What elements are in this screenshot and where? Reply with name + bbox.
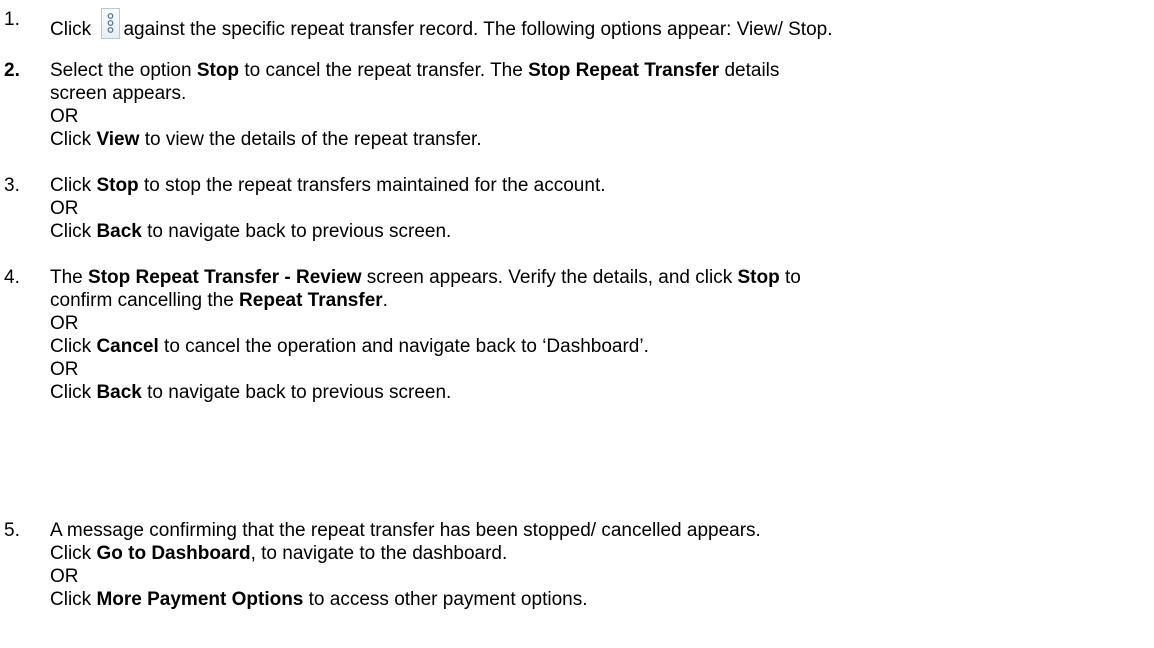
step-line: confirm cancelling the Repeat Transfer. [50, 289, 1150, 312]
step-text: Click [50, 589, 97, 610]
cancel-label: Cancel [96, 336, 159, 357]
step-text: Click [50, 129, 97, 150]
step-text: Click [50, 19, 97, 40]
step-body: The Stop Repeat Transfer - Review screen… [50, 266, 1150, 404]
document-page: 1. Click against the specific repeat tra… [0, 0, 1154, 648]
step-text: screen appears. Verify the details, and … [361, 267, 738, 288]
go-to-dashboard-label: Go to Dashboard [96, 543, 251, 564]
or-separator: OR [50, 566, 79, 587]
step-text: Click [50, 382, 97, 403]
step-body: Select the option Stop to cancel the rep… [50, 59, 1150, 151]
screen-name-label: Stop Repeat Transfer - Review [88, 267, 362, 288]
kebab-menu-icon[interactable] [101, 8, 121, 39]
step-text: to navigate back to previous screen. [141, 382, 452, 403]
step-text: confirm cancelling the [50, 290, 240, 311]
step-text: The [50, 267, 89, 288]
step-text: to access other payment options. [303, 589, 588, 610]
step-number: 4. [4, 267, 20, 288]
step-text: to navigate back to previous screen. [141, 221, 452, 242]
step-body: Click against the specific repeat transf… [50, 8, 1150, 40]
step-line: Select the option Stop to cancel the rep… [50, 59, 1150, 82]
step-text: Click [50, 175, 97, 196]
more-payment-options-label: More Payment Options [96, 589, 304, 610]
back-label: Back [96, 221, 142, 242]
step-text: Click [50, 221, 97, 242]
step-number: 2. [4, 60, 20, 81]
repeat-transfer-label: Repeat Transfer [239, 290, 383, 311]
step-text: details [719, 60, 780, 81]
step-body: A message confirming that the repeat tra… [50, 519, 1150, 611]
step-text: to stop the repeat transfers maintained … [138, 175, 606, 196]
or-separator: OR [50, 198, 79, 219]
stop-label: Stop [737, 267, 780, 288]
step-line: Click against the specific repeat transf… [50, 8, 1150, 40]
or-separator: OR [50, 106, 79, 127]
back-label: Back [96, 382, 142, 403]
step-number: 1. [4, 9, 20, 30]
step-line: Click Go to Dashboard, to navigate to th… [50, 542, 1150, 565]
step-text: to cancel the operation and navigate bac… [158, 336, 649, 357]
option-stop-label: Stop [196, 60, 240, 81]
step-line: Click More Payment Options to access oth… [50, 588, 1150, 611]
step-body: Click Stop to stop the repeat transfers … [50, 174, 1150, 243]
step-text: Click [50, 336, 97, 357]
step-text: . [382, 290, 388, 311]
or-separator: OR [50, 313, 79, 334]
step-text: to view the details of the repeat transf… [139, 129, 482, 150]
step-line: Click Cancel to cancel the operation and… [50, 335, 1150, 358]
step-line: Click Back to navigate back to previous … [50, 381, 1150, 404]
step-text: to cancel the repeat transfer. The [239, 60, 529, 81]
step-number: 5. [4, 520, 20, 541]
step-line: A message confirming that the repeat tra… [50, 520, 761, 541]
step-line: Click Back to navigate back to previous … [50, 220, 1150, 243]
step-line: Click Stop to stop the repeat transfers … [50, 174, 1150, 197]
or-separator: OR [50, 359, 79, 380]
screen-name-label: Stop Repeat Transfer [528, 60, 720, 81]
step-number: 3. [4, 175, 20, 196]
view-label: View [96, 129, 140, 150]
step-line: Click View to view the details of the re… [50, 128, 1150, 151]
step-text: against the specific repeat transfer rec… [123, 19, 833, 40]
step-text: , to navigate to the dashboard. [250, 543, 508, 564]
step-text: Click [50, 543, 97, 564]
step-line: The Stop Repeat Transfer - Review screen… [50, 266, 1150, 289]
step-line: screen appears. [50, 83, 187, 104]
step-text: to [779, 267, 801, 288]
stop-label: Stop [96, 175, 139, 196]
step-text: Select the option [50, 60, 197, 81]
